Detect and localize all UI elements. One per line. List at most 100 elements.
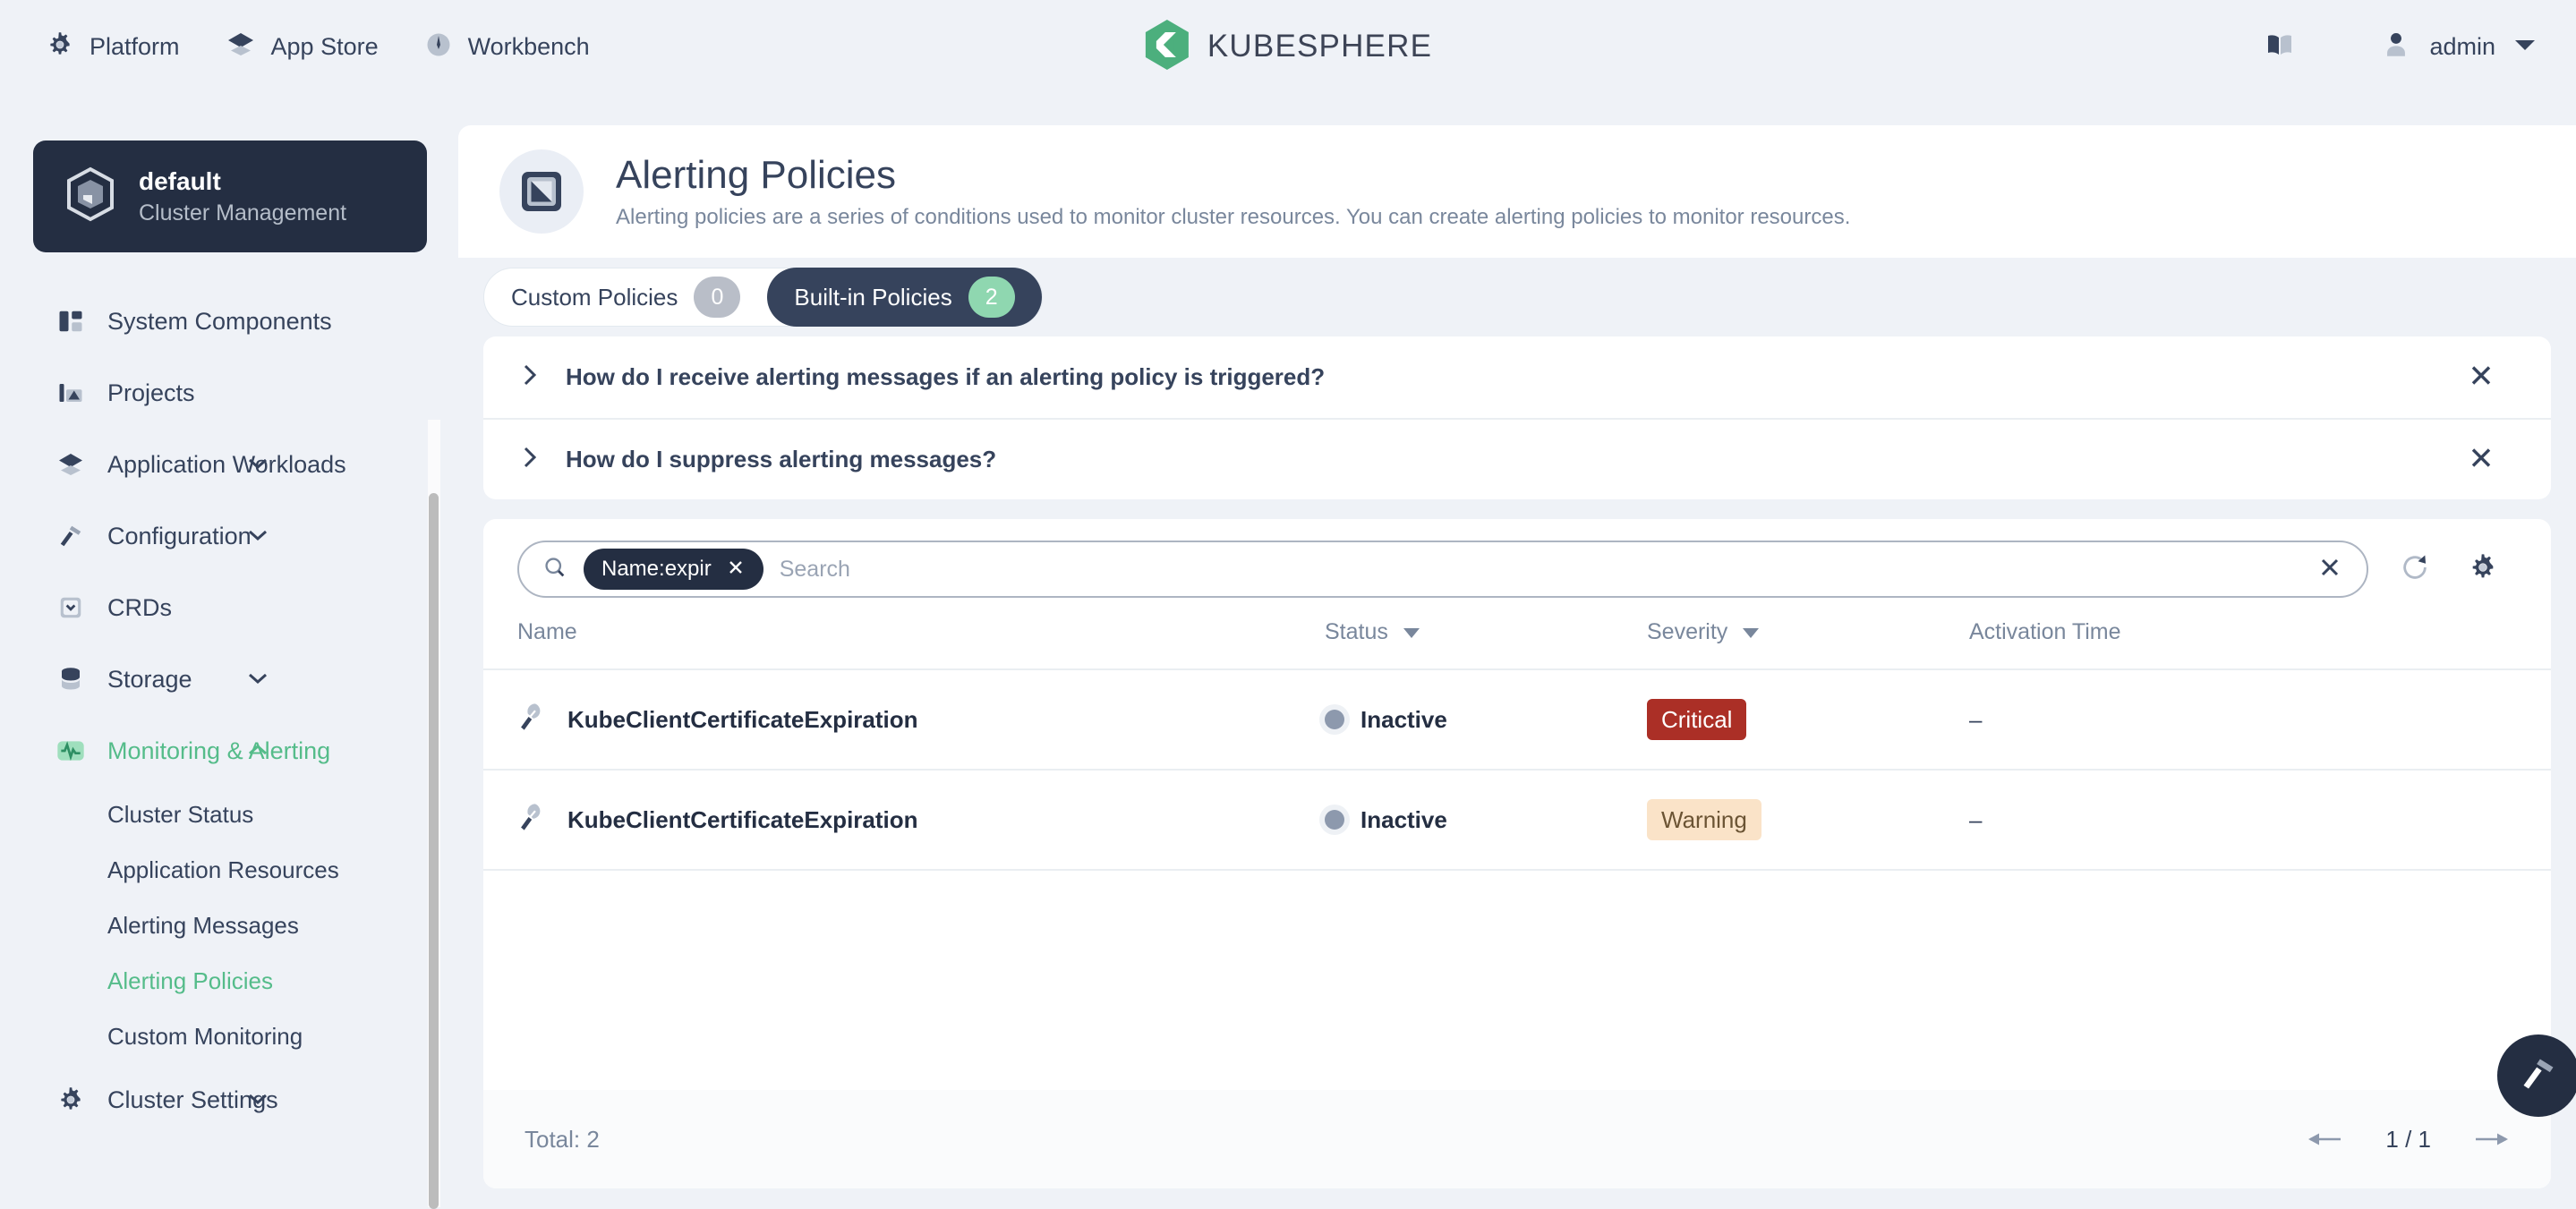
column-header-status[interactable]: Status <box>1325 619 1647 669</box>
table-row[interactable]: KubeClientCertificateExpiration Inactive… <box>483 669 2551 770</box>
sidebar-item-monitoring-alerting[interactable]: Monitoring & Alerting <box>0 715 448 787</box>
sidebar-subitem-label: Custom Monitoring <box>107 1023 303 1051</box>
book-icon[interactable] <box>2265 31 2295 63</box>
top-nav-platform[interactable]: Platform <box>47 31 180 63</box>
faq-question: How do I receive alerting messages if an… <box>566 363 1325 391</box>
sidebar-subitem-alerting-messages[interactable]: Alerting Messages <box>0 898 448 953</box>
column-label: Name <box>517 619 577 644</box>
sidebar-item-label: System Components <box>107 308 332 336</box>
user-menu[interactable]: admin <box>2381 30 2537 64</box>
filter-chip-name[interactable]: Name:expir <box>584 549 763 590</box>
table-row[interactable]: KubeClientCertificateExpiration Inactive… <box>483 770 2551 870</box>
chevron-right-icon[interactable] <box>521 362 539 392</box>
filter-chip-label: Name:expir <box>601 557 712 582</box>
sidebar-item-system-components[interactable]: System Components <box>0 285 448 357</box>
gear-icon <box>47 31 73 63</box>
severity-badge: Critical <box>1647 699 1746 740</box>
page-indicator: 1 / 1 <box>2385 1126 2431 1154</box>
faq-question: How do I suppress alerting messages? <box>566 446 996 473</box>
table-settings-button[interactable] <box>2449 535 2517 603</box>
sidebar-item-configuration[interactable]: Configuration <box>0 500 448 572</box>
cluster-selector[interactable]: default Cluster Management <box>33 140 427 252</box>
status-dot <box>1325 710 1344 729</box>
cell-severity: Critical <box>1647 669 1969 770</box>
compass-icon <box>425 31 452 63</box>
sidebar-item-crds[interactable]: CRDs <box>0 572 448 643</box>
sidebar-subitem-alerting-policies[interactable]: Alerting Policies <box>0 953 448 1009</box>
kubesphere-logo-icon <box>1144 20 1190 74</box>
sidebar-subitem-cluster-status[interactable]: Cluster Status <box>0 787 448 842</box>
sort-descending-icon[interactable] <box>1403 628 1420 638</box>
chevron-down-icon[interactable] <box>246 1091 264 1109</box>
chevron-down-icon[interactable] <box>246 456 264 473</box>
cluster-cube-icon <box>64 166 117 227</box>
page-title: Alerting Policies <box>616 153 1850 199</box>
top-nav-app-store[interactable]: App Store <box>226 31 379 63</box>
policy-name-link[interactable]: KubeClientCertificateExpiration <box>567 806 918 834</box>
gear-icon <box>54 1086 88 1113</box>
database-icon <box>54 666 88 693</box>
wrench-icon <box>517 802 544 839</box>
pagination: 1 / 1 <box>2307 1126 2510 1154</box>
sidebar-item-cluster-settings[interactable]: Cluster Settings <box>0 1064 448 1136</box>
activation-time-value: – <box>1969 806 1982 833</box>
cell-activation-time: – <box>1969 770 2551 870</box>
column-label: Severity <box>1647 619 1727 644</box>
column-header-activation-time: Activation Time <box>1969 619 2551 669</box>
policy-name-link[interactable]: KubeClientCertificateExpiration <box>567 706 918 734</box>
sidebar-item-projects[interactable]: Projects <box>0 357 448 429</box>
top-nav: Platform App Store Workbench <box>47 31 590 63</box>
tab-built-in-policies[interactable]: Built-in Policies 2 <box>767 268 1041 327</box>
sort-descending-icon[interactable] <box>1743 628 1759 638</box>
tab-custom-policies[interactable]: Custom Policies 0 <box>484 268 767 327</box>
sidebar-item-application-workloads[interactable]: Application Workloads <box>0 429 448 500</box>
close-icon[interactable] <box>2467 443 2495 476</box>
sidebar-nav: System Components Projects Application W… <box>0 285 448 1136</box>
sidebar-subitem-custom-monitoring[interactable]: Custom Monitoring <box>0 1009 448 1064</box>
sidebar-item-label: Storage <box>107 666 192 694</box>
chevron-down-icon[interactable] <box>2513 38 2537 56</box>
status-dot <box>1325 810 1344 830</box>
refresh-icon <box>2400 552 2430 587</box>
activation-time-value: – <box>1969 706 1982 733</box>
column-label: Status <box>1325 619 1388 644</box>
tabs-row: Custom Policies 0 Built-in Policies 2 <box>458 258 2576 336</box>
faq-item[interactable]: How do I suppress alerting messages? <box>483 418 2551 499</box>
total-count: Total: 2 <box>525 1126 600 1154</box>
search-input[interactable] <box>780 557 2290 583</box>
sidebar-subitem-application-resources[interactable]: Application Resources <box>0 842 448 898</box>
column-header-severity[interactable]: Severity <box>1647 619 1969 669</box>
tab-count-badge: 2 <box>968 277 1015 318</box>
avatar <box>2381 30 2411 64</box>
sidebar-subitem-label: Alerting Policies <box>107 967 273 995</box>
toolbox-fab[interactable] <box>2497 1034 2576 1117</box>
cell-activation-time: – <box>1969 669 2551 770</box>
chevron-down-icon[interactable] <box>246 527 264 545</box>
previous-page-button[interactable] <box>2307 1129 2342 1149</box>
projects-icon <box>54 379 88 406</box>
cell-name: KubeClientCertificateExpiration <box>483 669 1325 770</box>
cell-name: KubeClientCertificateExpiration <box>483 770 1325 870</box>
sidebar-scrollbar-thumb[interactable] <box>429 493 439 1209</box>
refresh-button[interactable] <box>2381 535 2449 603</box>
chevron-up-icon[interactable] <box>246 742 264 760</box>
alerting-policy-icon <box>499 149 584 234</box>
next-page-button[interactable] <box>2474 1129 2510 1149</box>
clear-search-icon[interactable] <box>2316 554 2343 585</box>
table-header-row: Name Status Severity Activation Time <box>483 619 2551 669</box>
chevron-down-icon[interactable] <box>246 670 264 688</box>
close-icon[interactable] <box>2467 361 2495 394</box>
search-bar[interactable]: Name:expir <box>517 541 2368 598</box>
user-name: admin <box>2429 33 2495 61</box>
search-icon <box>542 555 567 584</box>
cell-status: Inactive <box>1325 669 1647 770</box>
top-nav-workbench[interactable]: Workbench <box>425 31 590 63</box>
top-nav-workbench-label: Workbench <box>468 33 590 61</box>
faq-item[interactable]: How do I receive alerting messages if an… <box>483 336 2551 418</box>
brand-logo[interactable]: KUBESPHERE <box>1144 20 1432 74</box>
close-icon[interactable] <box>726 558 746 582</box>
brand-wordmark: KUBESPHERE <box>1207 29 1432 64</box>
sidebar-item-storage[interactable]: Storage <box>0 643 448 715</box>
column-label: Activation Time <box>1969 619 2121 644</box>
chevron-right-icon[interactable] <box>521 445 539 474</box>
